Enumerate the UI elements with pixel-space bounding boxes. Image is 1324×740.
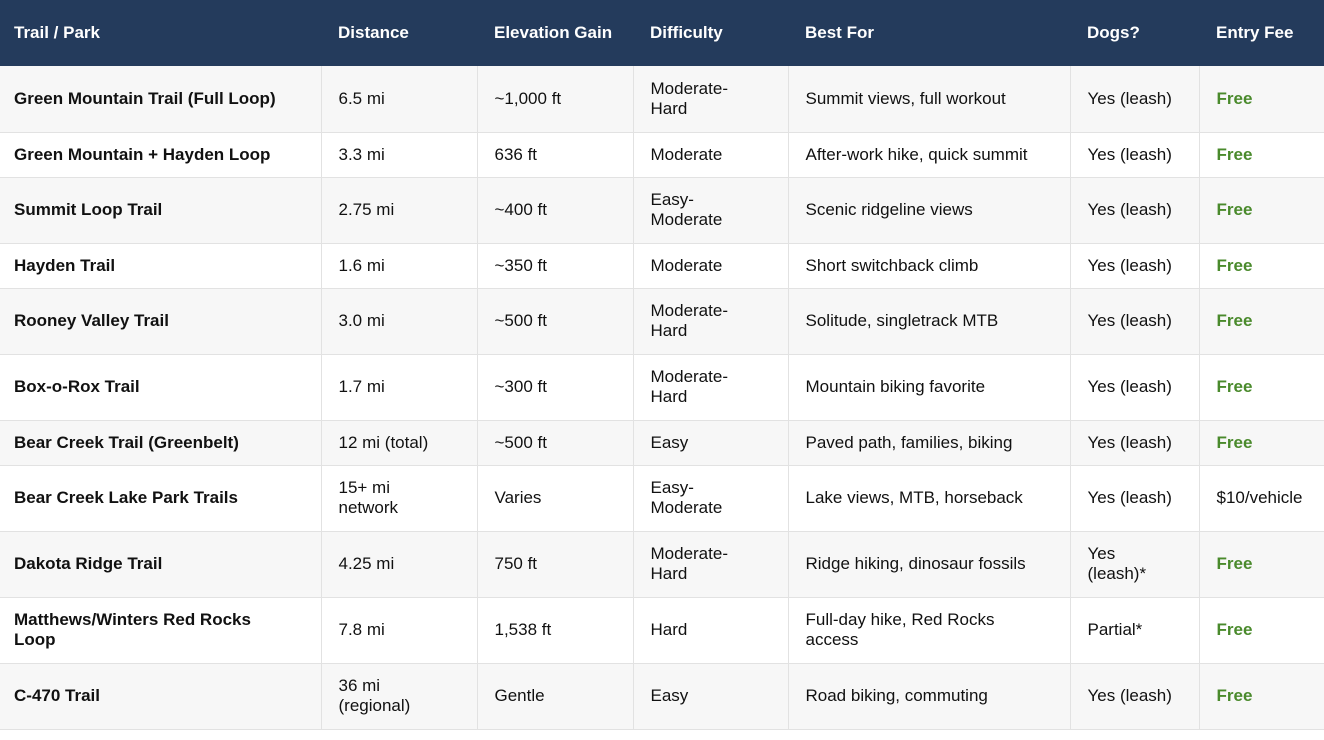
cell-best-for: Lake views, MTB, horseback [787,465,1070,531]
header-elevation-gain: Elevation Gain [494,23,613,42]
cell-trail: Bear Creek Lake Park Trails [14,488,238,507]
header-dogs: Dogs? [1087,23,1140,42]
table-row: Summit Loop Trail 2.75 mi ~400 ft Easy-M… [0,177,1324,243]
table-row: Bear Creek Lake Park Trails 15+ mi netwo… [0,465,1324,531]
cell-best-for: Scenic ridgeline views [787,177,1070,243]
table-row: Green Mountain + Hayden Loop 3.3 mi 636 … [0,132,1324,177]
header-distance: Distance [338,23,409,42]
table-row: Bear Creek Trail (Greenbelt) 12 mi (tota… [0,420,1324,465]
cell-dogs: Yes (leash) [1069,288,1199,354]
table-row: Hayden Trail 1.6 mi ~350 ft Moderate Sho… [0,243,1324,288]
cell-entry-fee: $10/vehicle [1198,465,1324,531]
cell-elevation: ~300 ft [476,354,633,420]
cell-trail: C-470 Trail [14,686,100,705]
cell-best-for: Ridge hiking, dinosaur fossils [787,531,1070,597]
cell-entry-fee: Free [1198,354,1324,420]
table-row: Dakota Ridge Trail 4.25 mi 750 ft Modera… [0,531,1324,597]
cell-dogs: Yes (leash) [1069,243,1199,288]
cell-dogs: Yes (leash) [1069,66,1199,132]
header-row: Trail / Park Distance Elevation Gain Dif… [0,0,1324,66]
cell-distance: 6.5 mi [320,66,477,132]
cell-difficulty: Easy [632,420,788,465]
table-row: Matthews/Winters Red Rocks Loop 7.8 mi 1… [0,597,1324,663]
cell-dogs: Yes (leash) [1069,465,1199,531]
cell-distance: 7.8 mi [320,597,477,663]
table-row: Rooney Valley Trail 3.0 mi ~500 ft Moder… [0,288,1324,354]
cell-best-for: Summit views, full workout [787,66,1070,132]
cell-trail: Green Mountain + Hayden Loop [14,144,271,164]
cell-trail: Bear Creek Trail (Greenbelt) [14,432,239,452]
cell-distance: 3.0 mi [320,288,477,354]
cell-difficulty: Moderate-Hard [632,66,788,132]
header-difficulty: Difficulty [650,23,723,42]
cell-entry-fee: Free [1198,243,1324,288]
cell-dogs: Yes (leash) [1069,177,1199,243]
cell-trail: Dakota Ridge Trail [14,554,163,573]
table-header: Trail / Park Distance Elevation Gain Dif… [0,0,1324,66]
cell-elevation: Varies [476,465,633,531]
cell-dogs: Yes (leash)* [1069,531,1199,597]
cell-trail: Rooney Valley Trail [14,311,169,330]
cell-entry-fee: Free [1198,288,1324,354]
cell-difficulty: Easy-Moderate [632,177,788,243]
cell-distance: 1.7 mi [320,354,477,420]
cell-elevation: ~500 ft [476,288,633,354]
cell-elevation: 636 ft [476,132,633,177]
cell-difficulty: Moderate-Hard [632,354,788,420]
cell-best-for: Road biking, commuting [787,663,1070,729]
cell-entry-fee: Free [1198,531,1324,597]
cell-elevation: ~400 ft [476,177,633,243]
cell-trail: Hayden Trail [14,255,116,275]
cell-difficulty: Moderate-Hard [632,531,788,597]
cell-entry-fee: Free [1198,177,1324,243]
cell-trail: Green Mountain Trail (Full Loop) [14,88,276,108]
cell-dogs: Yes (leash) [1069,663,1199,729]
cell-trail: Summit Loop Trail [14,200,163,219]
cell-entry-fee: Free [1198,132,1324,177]
cell-difficulty: Moderate [632,243,788,288]
cell-difficulty: Moderate-Hard [632,288,788,354]
cell-elevation: Gentle [476,663,633,729]
cell-trail: Matthews/Winters Red Rocks Loop [14,610,251,649]
table-row: Green Mountain Trail (Full Loop) 6.5 mi … [0,66,1324,132]
cell-elevation: ~1,000 ft [476,66,633,132]
cell-difficulty: Easy-Moderate [632,465,788,531]
cell-distance: 1.6 mi [320,243,477,288]
cell-dogs: Yes (leash) [1069,132,1199,177]
cell-elevation: ~500 ft [476,420,633,465]
cell-dogs: Partial* [1069,597,1199,663]
cell-best-for: Paved path, families, biking [787,420,1070,465]
cell-distance: 12 mi (total) [320,420,477,465]
cell-elevation: ~350 ft [476,243,633,288]
cell-distance: 15+ mi network [320,465,477,531]
cell-distance: 2.75 mi [320,177,477,243]
header-best-for: Best For [805,23,874,42]
cell-difficulty: Hard [632,597,788,663]
table-body: Green Mountain Trail (Full Loop) 6.5 mi … [0,66,1324,729]
cell-trail: Box-o-Rox Trail [14,377,140,396]
cell-best-for: Mountain biking favorite [787,354,1070,420]
cell-best-for: Short switchback climb [787,243,1070,288]
cell-difficulty: Moderate [632,132,788,177]
cell-best-for: After-work hike, quick summit [787,132,1070,177]
cell-difficulty: Easy [632,663,788,729]
table-row: C-470 Trail 36 mi (regional) Gentle Easy… [0,663,1324,729]
cell-distance: 4.25 mi [320,531,477,597]
cell-entry-fee: Free [1198,420,1324,465]
cell-elevation: 750 ft [476,531,633,597]
cell-entry-fee: Free [1198,597,1324,663]
header-trail: Trail / Park [14,23,100,42]
cell-entry-fee: Free [1198,663,1324,729]
cell-dogs: Yes (leash) [1069,354,1199,420]
trails-table: Trail / Park Distance Elevation Gain Dif… [0,0,1324,730]
cell-best-for: Solitude, singletrack MTB [787,288,1070,354]
cell-best-for: Full-day hike, Red Rocks access [787,597,1070,663]
table-row: Box-o-Rox Trail 1.7 mi ~300 ft Moderate-… [0,354,1324,420]
header-entry-fee: Entry Fee [1216,23,1294,42]
cell-distance: 3.3 mi [320,132,477,177]
cell-dogs: Yes (leash) [1069,420,1199,465]
cell-elevation: 1,538 ft [476,597,633,663]
cell-entry-fee: Free [1198,66,1324,132]
cell-distance: 36 mi (regional) [320,663,477,729]
